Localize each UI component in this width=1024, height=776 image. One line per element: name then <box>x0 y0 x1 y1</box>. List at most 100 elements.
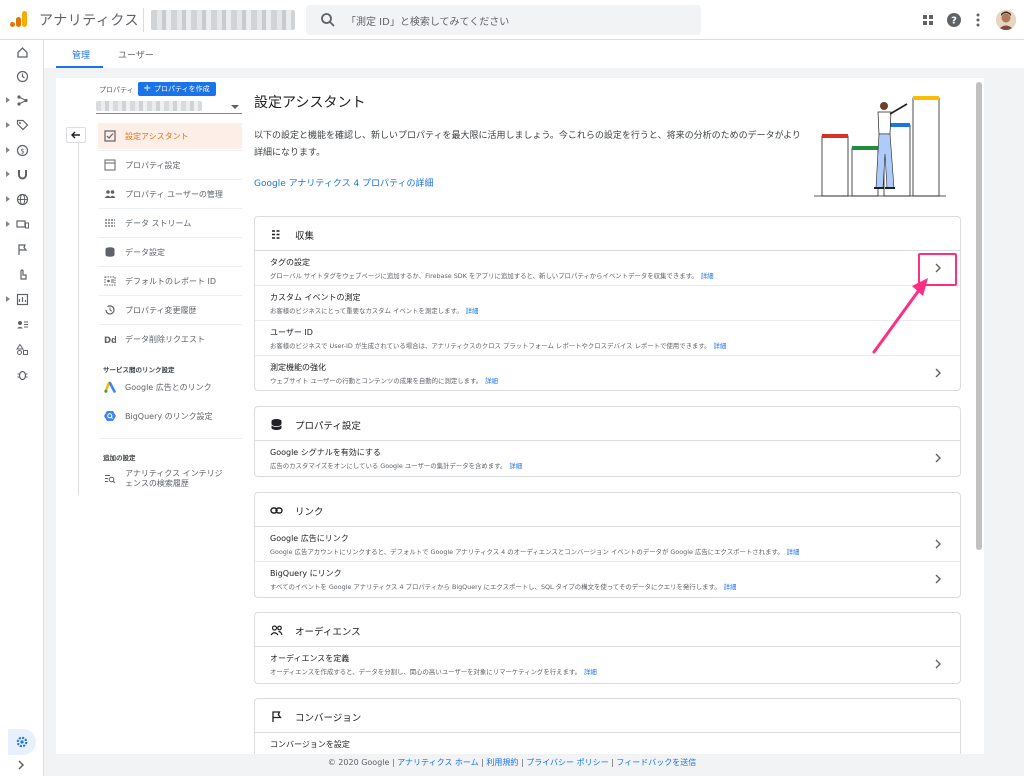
nav-label: Google 広告とのリンク <box>125 383 212 392</box>
tab-active-indicator <box>56 66 103 68</box>
row-description: グローバル サイトタグをウェブページに追加するか、Firebase SDK をア… <box>270 272 714 280</box>
rail-acquisition[interactable] <box>0 115 44 137</box>
chevron-right-icon[interactable] <box>932 573 944 585</box>
nav-data-deletion[interactable]: Dd データ削除リクエスト <box>98 326 242 352</box>
footer-link-feedback[interactable]: フィードバックを送信 <box>616 758 696 767</box>
property-selector-underline <box>96 113 242 114</box>
nav-search-history[interactable]: アナリティクス インテリジ ェンスの検索履歴 <box>98 465 242 491</box>
section-property-settings: プロパティ設定 Google シグナルを有効にする 広告のカスタマイズをオンにし… <box>254 406 961 477</box>
setup-row-google-ads[interactable]: Google 広告にリンク Google 広告アカウントにリンクすると、デフォル… <box>255 527 960 562</box>
more-vert-icon[interactable] <box>969 11 987 29</box>
people-icon <box>104 190 116 198</box>
row-title: タグの設定 <box>270 258 310 267</box>
rail-events[interactable] <box>0 239 44 261</box>
caret-right-icon <box>6 296 10 302</box>
people-icon <box>270 625 283 636</box>
back-button[interactable] <box>66 127 86 143</box>
rail-admin[interactable] <box>8 729 36 755</box>
nav-separator <box>98 150 242 151</box>
rail-explore[interactable] <box>0 264 44 286</box>
learn-more-link[interactable]: Google アナリティクス 4 プロパティの詳細 <box>254 176 434 189</box>
details-link[interactable]: 詳細 <box>509 462 522 470</box>
rail-debug[interactable] <box>0 364 44 386</box>
nav-data-settings[interactable]: データ設定 <box>98 239 242 265</box>
footer: © 2020 Google | アナリティクス ホーム | 利用規約 | プライ… <box>327 758 697 767</box>
section-header: プロパティ設定 <box>255 407 960 441</box>
chevron-right-icon[interactable] <box>932 538 944 550</box>
top-bar: アナリティクス 「測定 ID」と検索してみてください ? <box>0 0 1024 40</box>
scrollbar[interactable] <box>976 82 982 550</box>
section-title: リンク <box>295 507 324 518</box>
nav-data-streams[interactable]: データ ストリーム <box>98 210 242 236</box>
page-title: 設定アシスタント <box>254 95 366 111</box>
nav-user-management[interactable]: プロパティ ユーザーの管理 <box>98 181 242 207</box>
footer-link-privacy[interactable]: プライバシー ポリシー <box>526 758 608 767</box>
setup-row-bigquery[interactable]: BigQuery にリンク すべてのイベントを Google アナリティクス 4… <box>255 562 960 597</box>
property-selector[interactable] <box>96 101 202 111</box>
details-link[interactable]: 詳細 <box>485 377 498 385</box>
tab-admin[interactable]: 管理 <box>72 48 90 61</box>
footer-link-terms[interactable]: 利用規約 <box>486 758 518 767</box>
rail-home[interactable] <box>0 42 44 64</box>
details-link[interactable]: 詳細 <box>701 272 714 280</box>
nav-separator <box>98 266 242 267</box>
shapes-icon <box>16 343 28 355</box>
apps-grid-icon[interactable] <box>919 11 937 29</box>
details-link[interactable]: 詳細 <box>714 342 727 350</box>
setup-row-tag[interactable]: タグの設定 グローバル サイトタグをウェブページに追加するか、Firebase … <box>255 251 960 286</box>
svg-text:?: ? <box>951 16 957 27</box>
bigquery-icon <box>104 411 116 421</box>
footer-link-analytics-home[interactable]: アナリティクス ホーム <box>397 758 478 767</box>
account-selector[interactable] <box>151 10 295 30</box>
rail-lifecycle[interactable] <box>0 90 44 112</box>
nav-setup-assistant[interactable]: 設定アシスタント <box>98 123 242 149</box>
rail-demographics[interactable] <box>0 189 44 211</box>
nav-separator <box>98 295 242 296</box>
intro-text: 以下の設定と機能を確認し、新しいプロパティを最大限に活用しましょう。今これらの設… <box>254 131 801 158</box>
chevron-right-icon[interactable] <box>932 658 944 670</box>
rail-monetization[interactable]: $ <box>0 140 44 162</box>
caret-right-icon <box>6 97 10 103</box>
nav-property-settings[interactable]: プロパティ設定 <box>98 152 242 178</box>
chevron-right-icon[interactable] <box>932 367 944 379</box>
dropdown-arrow-icon[interactable] <box>231 105 239 109</box>
nav-bigquery-link[interactable]: BigQuery のリンク設定 <box>98 403 242 429</box>
setup-row-enhanced-measurement[interactable]: 測定機能の強化 ウェブサイト ユーザーの行動とコンテンツの成果を自動的に測定しま… <box>255 356 960 390</box>
chevron-right-icon[interactable] <box>932 452 944 464</box>
setup-row-google-signals[interactable]: Google シグナルを有効にする 広告のカスタマイズをオンにしている Goog… <box>255 441 960 476</box>
rail-retention[interactable] <box>0 164 44 186</box>
row-description: オーディエンスを作成すると、データを分割し、関心の高いユーザーを対象にリマーケテ… <box>270 668 597 676</box>
collection-icon <box>272 230 281 239</box>
analytics-logo-icon[interactable] <box>10 10 28 28</box>
section-audiences: オーディエンス オーディエンスを定義 オーディエンスを作成すると、データを分割し… <box>254 612 961 684</box>
details-link[interactable]: 詳細 <box>724 583 737 591</box>
rail-configure[interactable] <box>0 314 44 336</box>
avatar[interactable] <box>996 10 1016 30</box>
setup-row-user-id[interactable]: ユーザー ID お客様のビジネスで User-ID が生成されている場合は、アナ… <box>255 321 960 356</box>
left-rail: $ <box>0 40 44 776</box>
setup-row-custom-events[interactable]: カスタム イベントの測定 お客様のビジネスにとって重要なカスタム イベントを測定… <box>255 286 960 321</box>
tab-user[interactable]: ユーザー <box>118 48 154 61</box>
rail-analysis[interactable] <box>0 289 44 311</box>
plus-icon: + <box>143 83 152 94</box>
details-link[interactable]: 詳細 <box>584 668 597 676</box>
nav-divider-line <box>78 143 79 495</box>
create-property-button[interactable]: + プロパティを作成 <box>138 82 216 96</box>
section-header: リンク <box>255 493 960 527</box>
details-link[interactable]: 詳細 <box>787 548 800 556</box>
search-bar[interactable]: 「測定 ID」と検索してみてください <box>306 5 701 35</box>
svg-text:$: $ <box>20 147 24 155</box>
bug-icon <box>17 370 28 381</box>
rail-tech[interactable] <box>0 214 44 236</box>
setup-row-conversions[interactable]: コンバージョンを設定 <box>255 733 960 754</box>
nav-reporting-identity[interactable]: デフォルトのレポート ID <box>98 268 242 294</box>
row-title: BigQuery にリンク <box>270 569 342 578</box>
nav-change-history[interactable]: プロパティ変更履歴 <box>98 297 242 323</box>
google-ads-icon <box>104 381 116 393</box>
rail-realtime[interactable] <box>0 66 44 88</box>
rail-shapes[interactable] <box>0 339 44 361</box>
help-icon[interactable]: ? <box>945 11 963 29</box>
setup-row-define-audiences[interactable]: オーディエンスを定義 オーディエンスを作成すると、データを分割し、関心の高いユー… <box>255 647 960 682</box>
nav-google-ads-link[interactable]: Google 広告とのリンク <box>98 374 242 400</box>
details-link[interactable]: 詳細 <box>466 307 479 315</box>
